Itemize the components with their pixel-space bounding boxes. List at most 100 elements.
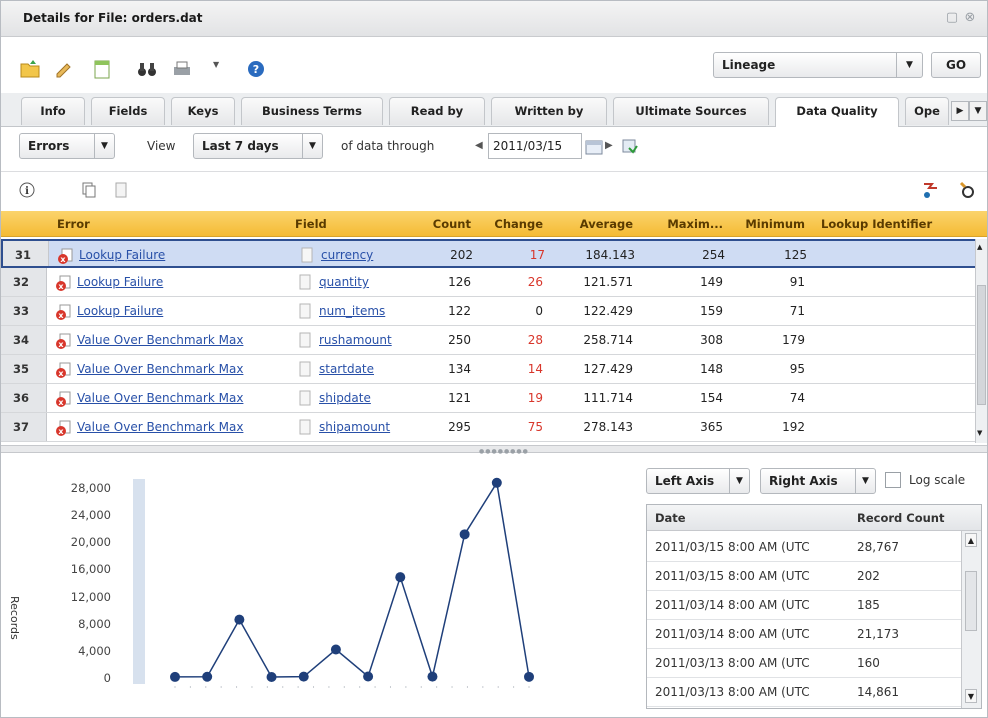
field-link[interactable]: quantity (319, 268, 411, 296)
scroll-up-icon[interactable]: ▲ (977, 243, 982, 251)
left-axis-select[interactable]: Left Axis ▼ (646, 468, 750, 494)
lineage-select[interactable]: Lineage ▼ (713, 52, 923, 78)
tab-menu-icon[interactable]: ▼ (969, 101, 987, 121)
restore-icon[interactable]: ▢ (945, 11, 959, 25)
print-icon[interactable] (171, 58, 193, 80)
column-count[interactable]: Count (415, 211, 479, 237)
tab-written-by[interactable]: Written by (491, 97, 607, 125)
record-table-scrollbar-thumb[interactable] (965, 571, 977, 631)
tab-data-quality[interactable]: Data Quality (775, 97, 899, 127)
export-icon[interactable] (113, 181, 129, 199)
column-error[interactable]: Error (51, 211, 286, 237)
field-link[interactable]: shipdate (319, 384, 411, 412)
data-point[interactable] (363, 671, 374, 682)
settings-icon[interactable] (957, 180, 977, 200)
tab-ultimate-sources[interactable]: Ultimate Sources (613, 97, 769, 125)
column-field[interactable]: Field (289, 211, 414, 237)
field-link[interactable]: startdate (319, 355, 411, 383)
print-dropdown-icon[interactable]: ▼ (213, 60, 219, 69)
column-average[interactable]: Average (553, 211, 641, 237)
list-item[interactable]: 2011/03/14 8:00 AM (UTC 21,173 (647, 619, 961, 649)
column-minimum[interactable]: Minimum (733, 211, 813, 237)
data-point[interactable] (202, 671, 213, 682)
data-point[interactable] (266, 671, 277, 682)
edit-icon[interactable] (53, 58, 75, 80)
table-row[interactable]: 36 x Value Over Benchmark Max shipdate 121 19… (1, 384, 977, 413)
field-link[interactable]: shipamount (319, 413, 411, 441)
table-row[interactable]: 33 x Lookup Failure num_items 122 0 122.429 159… (1, 297, 977, 326)
folder-icon[interactable] (19, 58, 41, 80)
grid-scrollbar[interactable]: ▲ ▼ (975, 239, 987, 443)
record-count-chart[interactable] (131, 471, 551, 691)
scroll-up-icon[interactable]: ▲ (965, 533, 977, 547)
list-item[interactable]: 2011/03/15 8:00 AM (UTC 28,767 (647, 532, 961, 562)
list-item[interactable]: 2011/03/15 8:00 AM (UTC 202 (647, 561, 961, 591)
chevron-down-icon[interactable]: ▼ (94, 134, 114, 158)
column-record-count[interactable]: Record Count (849, 505, 969, 531)
notes-icon[interactable] (91, 58, 113, 80)
error-link[interactable]: Lookup Failure (79, 241, 283, 269)
data-point[interactable] (234, 614, 245, 625)
table-row[interactable]: 37 x Value Over Benchmark Max shipamount 295… (1, 413, 977, 442)
column-maximum[interactable]: Maxim... (643, 211, 731, 237)
chevron-down-icon[interactable]: ▼ (729, 469, 749, 493)
tab-operations[interactable]: Ope (905, 97, 949, 125)
close-icon[interactable]: ⊗ (963, 11, 977, 25)
data-point[interactable] (298, 671, 309, 682)
copy-icon[interactable] (81, 181, 97, 199)
error-link[interactable]: Lookup Failure (77, 297, 281, 325)
scroll-down-icon[interactable]: ▼ (965, 689, 977, 703)
column-date[interactable]: Date (647, 505, 847, 531)
tab-scroll-right-icon[interactable]: ▶ (951, 101, 969, 121)
error-link[interactable]: Lookup Failure (77, 268, 281, 296)
scroll-down-icon[interactable]: ▼ (977, 429, 982, 437)
list-item[interactable]: 2011/03/13 8:00 AM (UTC 14,861 (647, 677, 961, 707)
error-link[interactable]: Value Over Benchmark Max (77, 413, 281, 441)
tab-business-terms[interactable]: Business Terms (241, 97, 383, 125)
field-link[interactable]: rushamount (319, 326, 411, 354)
go-button[interactable]: GO (931, 52, 981, 78)
flow-icon[interactable] (921, 180, 941, 200)
table-row[interactable]: 31 x Lookup Failure currency 202 17 184.143 254… (1, 239, 977, 268)
tab-info[interactable]: Info (21, 97, 85, 125)
next-date-icon[interactable]: ▶ (605, 140, 613, 151)
right-axis-select[interactable]: Right Axis ▼ (760, 468, 876, 494)
calendar-icon[interactable] (585, 139, 603, 155)
tab-fields[interactable]: Fields (91, 97, 165, 125)
table-row[interactable]: 32 x Lookup Failure quantity 126 26 121.571 149… (1, 268, 977, 297)
help-icon[interactable]: ? (245, 58, 267, 80)
data-point[interactable] (491, 477, 502, 488)
tab-read-by[interactable]: Read by (389, 97, 485, 125)
tab-keys[interactable]: Keys (171, 97, 235, 125)
error-link[interactable]: Value Over Benchmark Max (77, 384, 281, 412)
date-input[interactable]: 2011/03/15 (488, 133, 582, 159)
chevron-down-icon[interactable]: ▼ (896, 53, 922, 77)
column-lookup-identifier[interactable]: Lookup Identifier (815, 211, 965, 237)
info-icon[interactable]: i (19, 182, 35, 198)
grid-scrollbar-thumb[interactable] (977, 285, 986, 405)
data-point[interactable] (427, 671, 438, 682)
list-item[interactable]: 2011/03/13 8:00 AM (UTC 160 (647, 648, 961, 678)
data-point[interactable] (395, 572, 406, 583)
error-link[interactable]: Value Over Benchmark Max (77, 326, 281, 354)
table-row[interactable]: 35 x Value Over Benchmark Max startdate 134 1… (1, 355, 977, 384)
field-link[interactable]: currency (321, 241, 413, 269)
list-item[interactable]: 2011/03/14 8:00 AM (UTC 185 (647, 590, 961, 620)
log-scale-checkbox[interactable] (885, 472, 901, 488)
data-point[interactable] (170, 671, 180, 682)
chevron-down-icon[interactable]: ▼ (302, 134, 322, 158)
chevron-down-icon[interactable]: ▼ (855, 469, 875, 493)
error-link[interactable]: Value Over Benchmark Max (77, 355, 281, 383)
column-change[interactable]: Change (481, 211, 551, 237)
data-point[interactable] (330, 644, 341, 655)
data-point[interactable] (524, 671, 534, 682)
table-row[interactable]: 34 x Value Over Benchmark Max rushamount 250… (1, 326, 977, 355)
previous-date-icon[interactable]: ◀ (475, 140, 483, 151)
date-range-select[interactable]: Last 7 days ▼ (193, 133, 323, 159)
record-table-scrollbar[interactable]: ▲ ▼ (961, 531, 981, 708)
data-point[interactable] (459, 529, 470, 540)
field-link[interactable]: num_items (319, 297, 411, 325)
refresh-data-icon[interactable] (621, 138, 639, 156)
pane-splitter[interactable]: ●●●●●●●● (1, 445, 987, 455)
error-type-select[interactable]: Errors ▼ (19, 133, 115, 159)
